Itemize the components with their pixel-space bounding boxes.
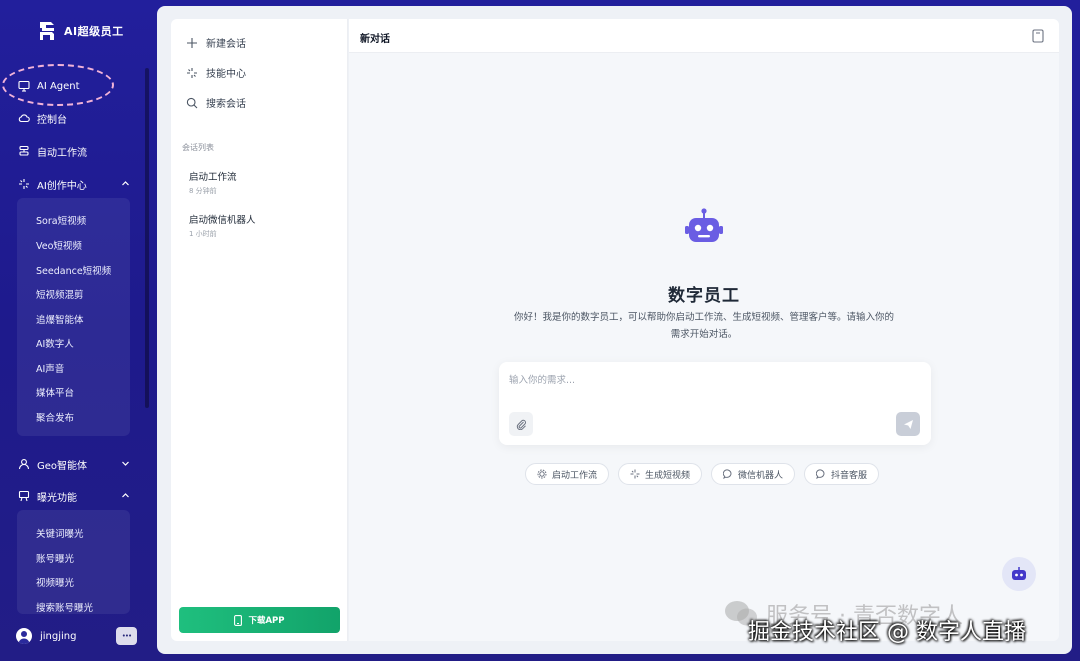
brand-logo-icon <box>40 22 54 40</box>
conversation-time: 1 小时前 <box>189 230 217 238</box>
conversation-time: 8 分钟前 <box>189 187 217 195</box>
submenu-item-account-exposure[interactable]: 账号曝光 <box>36 551 74 565</box>
chip-label: 微信机器人 <box>738 470 784 481</box>
chip-start-workflow[interactable]: 启动工作流 <box>525 463 610 485</box>
chip-douyin-service[interactable]: 抖音客服 <box>804 463 880 485</box>
chat-icon <box>816 469 826 479</box>
sidebar-item-label: 曝光功能 <box>37 492 77 504</box>
submenu-item-media-platform[interactable]: 媒体平台 <box>36 385 74 399</box>
hero-description-line: 需求开始对话。 <box>670 329 738 340</box>
avatar <box>16 628 32 644</box>
chip-label: 抖音客服 <box>831 470 868 481</box>
easel-icon <box>18 490 30 502</box>
user-name: jingjing <box>40 630 77 642</box>
submenu-item-video-exposure[interactable]: 视频曝光 <box>36 575 74 589</box>
download-app-label: 下载APP <box>248 616 285 626</box>
new-chat-label: 新建会话 <box>206 39 246 50</box>
list-item[interactable]: 启动微信机器人 1 小时前 <box>189 212 256 239</box>
more-options-button[interactable]: ••• <box>116 627 137 645</box>
plus-icon <box>185 36 198 49</box>
submenu-item-seedance[interactable]: Seedance短视频 <box>36 263 111 277</box>
attach-button[interactable] <box>509 412 533 436</box>
main-frame: 新建会话 技能中心 搜索会话 会话列表 启动工作流 8 分钟前 启动微信机器人 … <box>157 6 1072 654</box>
submenu-item-sora[interactable]: Sora短视频 <box>36 213 86 227</box>
robot-icon <box>685 208 723 242</box>
send-button[interactable] <box>896 412 920 436</box>
chip-label: 生成短视频 <box>645 470 691 481</box>
skill-center-button[interactable]: 技能中心 <box>185 65 246 80</box>
send-icon <box>903 419 913 429</box>
hero-description-line: 你好！我是你的数字员工，可以帮助你启动工作流、生成短视频、管理客户等。请输入你的 <box>513 312 894 323</box>
brand-name: AI超级员工 <box>64 25 124 38</box>
brand[interactable]: AI超级员工 <box>36 19 124 43</box>
sidebar-item-label: 自动工作流 <box>37 147 87 159</box>
more-icon: ••• <box>121 632 132 640</box>
chat-icon <box>723 469 733 479</box>
user-icon <box>18 458 30 470</box>
list-item[interactable]: 启动工作流 8 分钟前 <box>189 169 237 196</box>
chip-label: 启动工作流 <box>552 470 598 481</box>
new-chat-button[interactable]: 新建会话 <box>185 35 246 50</box>
submenu-item-aggregate-publish[interactable]: 聚合发布 <box>36 410 74 424</box>
conversation-title: 启动工作流 <box>189 172 237 183</box>
monitor-icon <box>18 80 30 92</box>
chat-input-box <box>499 362 931 445</box>
hero-description: 你好！我是你的数字员工，可以帮助你启动工作流、生成短视频、管理客户等。请输入你的… <box>495 309 913 343</box>
submenu-item-veo[interactable]: Veo短视频 <box>36 238 82 252</box>
assistant-float-button[interactable] <box>1002 557 1036 591</box>
sidebar-item-console[interactable]: 控制台 <box>18 106 138 130</box>
sidebar-item-ai-creation[interactable]: AI创作中心 <box>18 172 138 196</box>
chat-input[interactable] <box>509 372 909 402</box>
sidebar-scrollbar[interactable] <box>145 68 149 408</box>
session-list-title: 会话列表 <box>182 143 214 152</box>
chat-title: 新对话 <box>360 34 390 45</box>
robot-icon <box>1012 567 1026 580</box>
cloud-icon <box>18 112 30 124</box>
sidebar-item-geo-agent[interactable]: Geo智能体 <box>18 452 138 476</box>
conversation-title: 启动微信机器人 <box>189 215 256 226</box>
search-icon <box>185 96 198 109</box>
user-profile[interactable]: jingjing <box>16 628 76 644</box>
submenu-item-video-mix[interactable]: 短视频混剪 <box>36 287 84 301</box>
sparkle-icon <box>185 66 198 79</box>
chip-generate-video[interactable]: 生成短视频 <box>618 463 703 485</box>
paperclip-icon <box>516 419 526 430</box>
watermark-community: 掘金技术社区 @ 数字人直播 <box>748 620 1026 645</box>
search-chat-label: 搜索会话 <box>206 99 246 110</box>
sidebar-item-workflow[interactable]: 自动工作流 <box>18 139 138 163</box>
sidebar-item-label: Geo智能体 <box>37 460 88 472</box>
sidebar-item-label: 控制台 <box>37 114 67 126</box>
phone-icon <box>234 614 243 626</box>
chevron-up-icon <box>122 181 129 186</box>
sidebar: AI超级员工 AI Agent 控制台 自动工作流 AI创作中心 Sora短视频… <box>0 0 150 661</box>
sidebar-item-ai-agent[interactable]: AI Agent <box>18 74 138 98</box>
chat-area: 新对话 数字员工 你好！我是你的数字员工，可以帮助你启动工作流、生成短视频、管理… <box>349 19 1059 641</box>
sidebar-item-label: AI创作中心 <box>37 180 87 192</box>
submenu-item-digital-human[interactable]: AI数字人 <box>36 336 74 350</box>
stack-icon <box>18 145 30 157</box>
session-panel: 新建会话 技能中心 搜索会话 会话列表 启动工作流 8 分钟前 启动微信机器人 … <box>171 19 348 641</box>
chevron-up-icon <box>122 493 129 498</box>
submenu-item-viral-agent[interactable]: 追爆智能体 <box>36 312 84 326</box>
sparkle-icon <box>18 178 30 190</box>
skill-center-label: 技能中心 <box>206 69 246 80</box>
submenu-item-search-account-exposure[interactable]: 搜索账号曝光 <box>36 600 93 614</box>
submenu-item-keyword-exposure[interactable]: 关键词曝光 <box>36 526 84 540</box>
gear-icon <box>537 469 547 479</box>
panel-toggle-icon[interactable] <box>1032 29 1044 43</box>
submenu-item-ai-voice[interactable]: AI声音 <box>36 361 64 375</box>
quick-actions: 启动工作流 生成短视频 微信机器人 抖音客服 <box>525 463 880 485</box>
hero-title: 数字员工 <box>668 286 740 306</box>
sidebar-item-exposure[interactable]: 曝光功能 <box>18 484 138 508</box>
chip-wechat-bot[interactable]: 微信机器人 <box>711 463 796 485</box>
sidebar-item-label: AI Agent <box>37 80 80 92</box>
search-chat-button[interactable]: 搜索会话 <box>185 95 246 110</box>
chat-header: 新对话 <box>349 19 1059 53</box>
sparkle-icon <box>630 469 640 479</box>
chevron-down-icon <box>122 461 129 466</box>
download-app-button[interactable]: 下载APP <box>179 607 340 633</box>
